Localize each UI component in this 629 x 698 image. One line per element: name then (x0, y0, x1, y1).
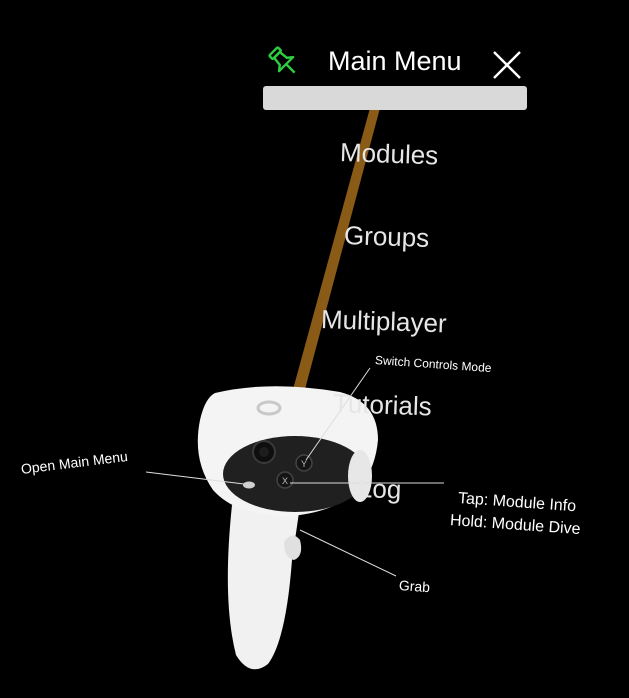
menu-item-modules[interactable]: Modules (339, 137, 438, 171)
menu-item-groups[interactable]: Groups (343, 220, 429, 254)
vr-controller[interactable]: Y X (197, 386, 378, 670)
menu-grab-bar[interactable] (263, 86, 527, 110)
menu-item-log[interactable]: Log (357, 473, 401, 505)
controller-faceplate (223, 436, 367, 512)
close-icon[interactable] (490, 48, 524, 82)
y-button-label: Y (301, 459, 307, 469)
menu-item-multiplayer[interactable]: Multiplayer (320, 304, 447, 339)
menu-item-tutorials[interactable]: Tutorials (332, 388, 432, 422)
callout-line-grab (299, 529, 397, 577)
menu-button[interactable] (243, 481, 255, 489)
x-button-label: X (282, 476, 288, 486)
callout-grab: Grab (398, 577, 431, 596)
main-menu-title: Main Menu (328, 46, 462, 76)
pin-icon[interactable] (266, 44, 302, 80)
